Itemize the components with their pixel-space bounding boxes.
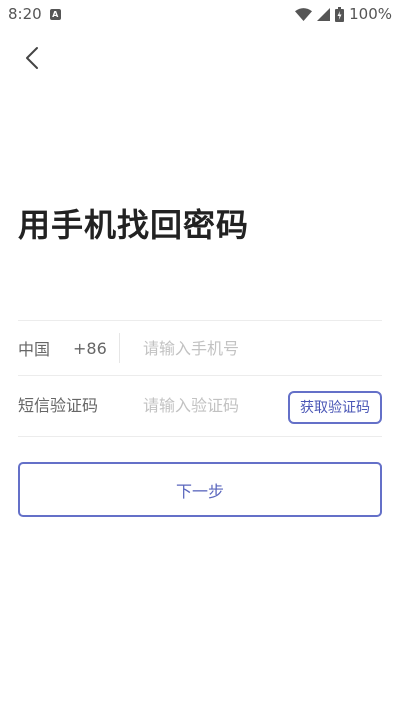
chevron-left-icon bbox=[26, 47, 38, 69]
status-time: 8:20 bbox=[8, 5, 42, 23]
signal-icon bbox=[317, 7, 331, 21]
dial-code: +86 bbox=[73, 338, 107, 358]
sms-code-label: 短信验证码 bbox=[18, 396, 99, 415]
battery-charging-icon bbox=[335, 6, 345, 22]
sms-code-input[interactable] bbox=[143, 396, 288, 415]
next-button[interactable]: 下一步 bbox=[18, 462, 382, 517]
phone-input[interactable] bbox=[143, 338, 363, 358]
phone-row: 中国 +86 bbox=[18, 320, 382, 375]
page-title: 用手机找回密码 bbox=[18, 206, 250, 244]
wifi-icon bbox=[295, 7, 313, 21]
divider bbox=[119, 333, 120, 363]
battery-percent: 100% bbox=[349, 5, 392, 23]
status-bar: 8:20 A 100% bbox=[0, 0, 400, 28]
code-row: 短信验证码 获取验证码 bbox=[18, 375, 382, 437]
country-selector[interactable]: 中国 bbox=[18, 336, 73, 360]
notification-a-icon: A bbox=[49, 8, 61, 20]
get-code-button[interactable]: 获取验证码 bbox=[288, 390, 382, 424]
back-button[interactable] bbox=[18, 44, 46, 72]
status-icons: 100% bbox=[295, 5, 392, 23]
